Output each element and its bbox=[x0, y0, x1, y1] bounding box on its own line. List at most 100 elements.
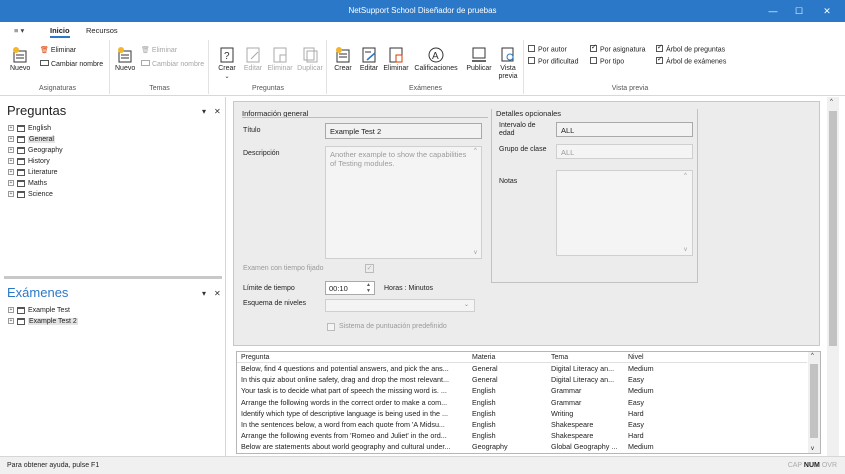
tree-item-literature[interactable]: + Literature bbox=[8, 167, 63, 178]
main-scrollbar[interactable]: ^ bbox=[827, 97, 839, 456]
scroll-down-icon[interactable]: v bbox=[684, 247, 687, 253]
tree-item-example-test[interactable]: + Example Test bbox=[8, 305, 78, 316]
pregunta-editar-button[interactable]: Editar bbox=[241, 46, 265, 73]
asignatura-eliminar-button[interactable]: 🗑 Eliminar bbox=[40, 46, 76, 54]
tema-eliminar-button[interactable]: 🗑 Eliminar bbox=[141, 46, 177, 54]
list-scroll-thumb[interactable] bbox=[810, 364, 818, 438]
chevron-down-icon[interactable]: ⌄ bbox=[464, 301, 469, 308]
maximize-button[interactable]: ☐ bbox=[792, 4, 806, 18]
expand-icon[interactable]: + bbox=[8, 147, 14, 154]
col-tema[interactable]: Tema bbox=[551, 354, 568, 361]
tab-recursos[interactable]: Recursos bbox=[86, 26, 118, 35]
close-button[interactable]: ✕ bbox=[820, 4, 834, 18]
table-row[interactable]: Identify which type of descriptive langu… bbox=[237, 409, 807, 418]
publicar-button[interactable]: Publicar bbox=[464, 46, 494, 73]
intervalo-field[interactable]: ALL bbox=[556, 122, 693, 137]
pregunta-eliminar-button[interactable]: Eliminar bbox=[265, 46, 295, 73]
col-pregunta[interactable]: Pregunta bbox=[241, 354, 269, 361]
cell-nivel: Hard bbox=[628, 408, 644, 418]
tree-item-science[interactable]: + Science bbox=[8, 189, 63, 200]
group-vista-previa-label: Vista previa bbox=[611, 85, 649, 92]
scroll-up-icon[interactable]: ^ bbox=[830, 99, 833, 105]
checkbox[interactable] bbox=[528, 45, 535, 52]
expand-icon[interactable]: + bbox=[8, 169, 14, 176]
tree-item-geography[interactable]: + Geography bbox=[8, 145, 63, 156]
col-materia[interactable]: Materia bbox=[472, 354, 495, 361]
pregunta-editar-label: Editar bbox=[243, 65, 263, 72]
table-row[interactable]: Below, find 4 questions and potential an… bbox=[237, 364, 807, 373]
tema-nuevo-button[interactable]: Nuevo bbox=[115, 46, 135, 73]
cell-nivel: Easy bbox=[628, 420, 644, 429]
asignatura-nuevo-button[interactable]: Nuevo bbox=[10, 46, 30, 73]
table-row[interactable]: Arrange the following events from 'Romeo… bbox=[237, 431, 807, 440]
table-row[interactable]: In the sentences below, a word from each… bbox=[237, 420, 807, 429]
pregunta-duplicar-button[interactable]: Duplicar bbox=[295, 46, 325, 73]
examen-editar-button[interactable]: Editar bbox=[356, 46, 382, 73]
tema-cambiar-button[interactable]: Cambiar nombre bbox=[141, 60, 204, 68]
panel-close-icon[interactable]: ✕ bbox=[214, 289, 221, 298]
tiempo-fijado-checkbox[interactable]: ✓ bbox=[365, 264, 374, 273]
expand-icon[interactable]: + bbox=[8, 180, 14, 187]
grupo-field[interactable]: ALL bbox=[556, 144, 693, 159]
svg-text:?: ? bbox=[224, 51, 230, 62]
expand-icon[interactable]: + bbox=[8, 158, 14, 165]
opt-por-autor[interactable]: Por autor bbox=[528, 45, 567, 53]
scroll-up-icon[interactable]: ^ bbox=[684, 173, 687, 179]
group-temas: Nuevo 🗑 Eliminar Cambiar nombre Temas bbox=[111, 40, 209, 94]
tab-inicio[interactable]: Inicio bbox=[50, 26, 70, 38]
tree-item-example-test-2[interactable]: + Example Test 2 bbox=[8, 316, 78, 327]
opt-arbol-preguntas[interactable]: Árbol de preguntas bbox=[656, 43, 726, 54]
checkbox-checked[interactable] bbox=[656, 43, 663, 52]
asignatura-cambiar-button[interactable]: Cambiar nombre bbox=[40, 60, 103, 68]
minimize-button[interactable]: — bbox=[766, 4, 780, 18]
esquema-select[interactable] bbox=[325, 299, 475, 312]
expand-icon[interactable]: + bbox=[8, 136, 14, 143]
vista-previa-button[interactable]: Vista previa bbox=[494, 46, 522, 81]
main-scroll-thumb[interactable] bbox=[829, 111, 837, 346]
table-row[interactable]: In this quiz about online safety, drag a… bbox=[237, 375, 807, 384]
table-row[interactable]: Arrange the following words in the corre… bbox=[237, 398, 807, 407]
tiempo-fijado-label: Examen con tiempo fijado bbox=[243, 265, 324, 272]
scroll-up-icon[interactable]: ^ bbox=[811, 353, 814, 359]
table-row[interactable]: Below are statements about world geograp… bbox=[237, 442, 807, 451]
tree-item-general[interactable]: + General bbox=[8, 134, 63, 145]
scroll-down-icon[interactable]: v bbox=[811, 446, 814, 452]
checkbox[interactable] bbox=[590, 57, 597, 64]
checkbox-checked[interactable] bbox=[590, 43, 597, 52]
expand-icon[interactable]: + bbox=[8, 125, 14, 132]
opt-por-asignatura[interactable]: Por asignatura bbox=[590, 43, 646, 53]
opt-arbol-examenes[interactable]: Árbol de exámenes bbox=[656, 55, 726, 65]
checkbox-checked[interactable] bbox=[656, 55, 663, 64]
panel-splitter[interactable] bbox=[4, 276, 222, 279]
spin-icon[interactable]: ▲ ▼ bbox=[366, 282, 371, 294]
tree-item-history[interactable]: + History bbox=[8, 156, 63, 167]
tree-item-maths[interactable]: + Maths bbox=[8, 178, 63, 189]
titulo-field[interactable]: Example Test 2 bbox=[325, 123, 482, 139]
col-nivel[interactable]: Nivel bbox=[628, 354, 644, 361]
expand-icon[interactable]: + bbox=[8, 191, 14, 198]
scroll-up-icon[interactable]: ^ bbox=[474, 148, 477, 154]
examen-crear-button[interactable]: Crear bbox=[331, 46, 355, 73]
calificaciones-button[interactable]: A Calificaciones bbox=[411, 46, 461, 73]
descripcion-field[interactable]: Another example to show the capabilities… bbox=[325, 146, 482, 259]
expand-icon[interactable]: + bbox=[8, 318, 14, 325]
opt-por-tipo[interactable]: Por tipo bbox=[590, 57, 624, 65]
quick-access-menu[interactable]: ≡ ▾ bbox=[14, 26, 24, 35]
pin-icon[interactable]: ▾ bbox=[202, 289, 206, 298]
examen-eliminar-button[interactable]: Eliminar bbox=[382, 46, 410, 73]
pin-icon[interactable]: ▾ bbox=[202, 107, 206, 116]
opt-label: Árbol de preguntas bbox=[666, 46, 726, 54]
list-scrollbar[interactable]: ^ v bbox=[808, 352, 820, 453]
create-exam-icon bbox=[336, 47, 350, 63]
expand-icon[interactable]: + bbox=[8, 307, 14, 314]
tree-item-english[interactable]: + English bbox=[8, 123, 63, 134]
pregunta-crear-button[interactable]: ? Crear ⌄ bbox=[214, 46, 240, 81]
opt-por-dificultad[interactable]: Por dificultad bbox=[528, 57, 578, 65]
scroll-down-icon[interactable]: v bbox=[474, 250, 477, 256]
puntuacion-checkbox[interactable] bbox=[327, 323, 335, 331]
table-row[interactable]: Your task is to decide what part of spee… bbox=[237, 386, 807, 395]
checkbox[interactable] bbox=[528, 57, 535, 64]
notas-field[interactable] bbox=[556, 170, 693, 256]
preview-icon bbox=[501, 47, 514, 62]
panel-close-icon[interactable]: ✕ bbox=[214, 107, 221, 116]
